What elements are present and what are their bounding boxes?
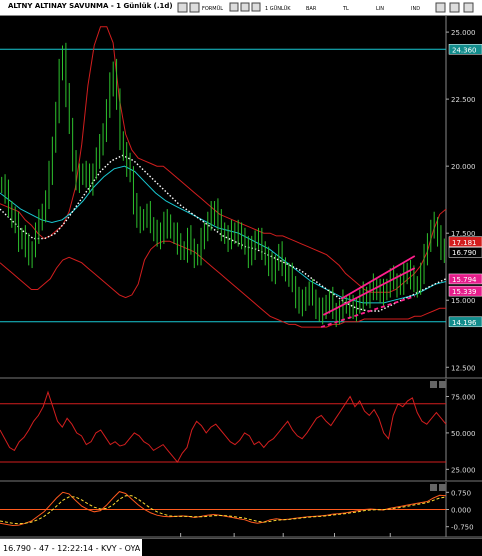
macd-panel-button-2	[439, 484, 446, 491]
price-tick-label-4: 15.000	[451, 297, 476, 305]
macd-panel-button-1	[430, 484, 437, 491]
status-layer: 16.790 - 47 - 12:22:14 - KVY - OYA	[0, 539, 142, 556]
macd-panel: 0.750 0.000 -0.750	[0, 482, 482, 538]
macd-tick-label-1: 0.000	[451, 507, 471, 515]
hline-tag-label: 24.360	[452, 46, 477, 54]
rsi-tick-label-1: 50.000	[451, 430, 476, 438]
price-tag-0: 17.181	[452, 239, 477, 247]
rsi-tick-label-2: 25.000	[451, 466, 476, 474]
rsi-panel-button-2	[439, 381, 446, 388]
price-tick-label-0: 25.000	[451, 29, 476, 37]
price-tag-4: 14.196	[452, 319, 477, 327]
chart-area: 25.00022.50020.00017.50015.00012.50017.1…	[0, 16, 482, 538]
price-tag-3: 15.339	[452, 288, 477, 296]
status-bar: 16.790 - 47 - 12:22:14 - KVY - OYA	[0, 538, 482, 556]
price-plot-bg	[0, 16, 446, 378]
rsi-panel: 75.000 50.000 25.000	[0, 379, 482, 482]
price-tick-label-1: 22.500	[451, 96, 476, 104]
price-tick-label-5: 12.500	[451, 364, 476, 372]
macd-tick-label-2: -0.750	[451, 524, 474, 532]
price-panel: 25.00022.50020.00017.50015.00012.50017.1…	[0, 16, 482, 379]
rsi-plot-bg	[0, 379, 446, 481]
price-tick-label-2: 20.000	[451, 163, 476, 171]
rsi-panel-button-1	[430, 381, 437, 388]
status-text: 16.790 - 47 - 12:22:14 - KVY - OYA	[3, 544, 141, 553]
rsi-tick-label-0: 75.000	[451, 393, 476, 401]
macd-tick-label-0: 0.750	[451, 489, 471, 497]
price-tag-2: 15.794	[452, 276, 477, 284]
price-tag-1: 16.790	[452, 249, 477, 257]
